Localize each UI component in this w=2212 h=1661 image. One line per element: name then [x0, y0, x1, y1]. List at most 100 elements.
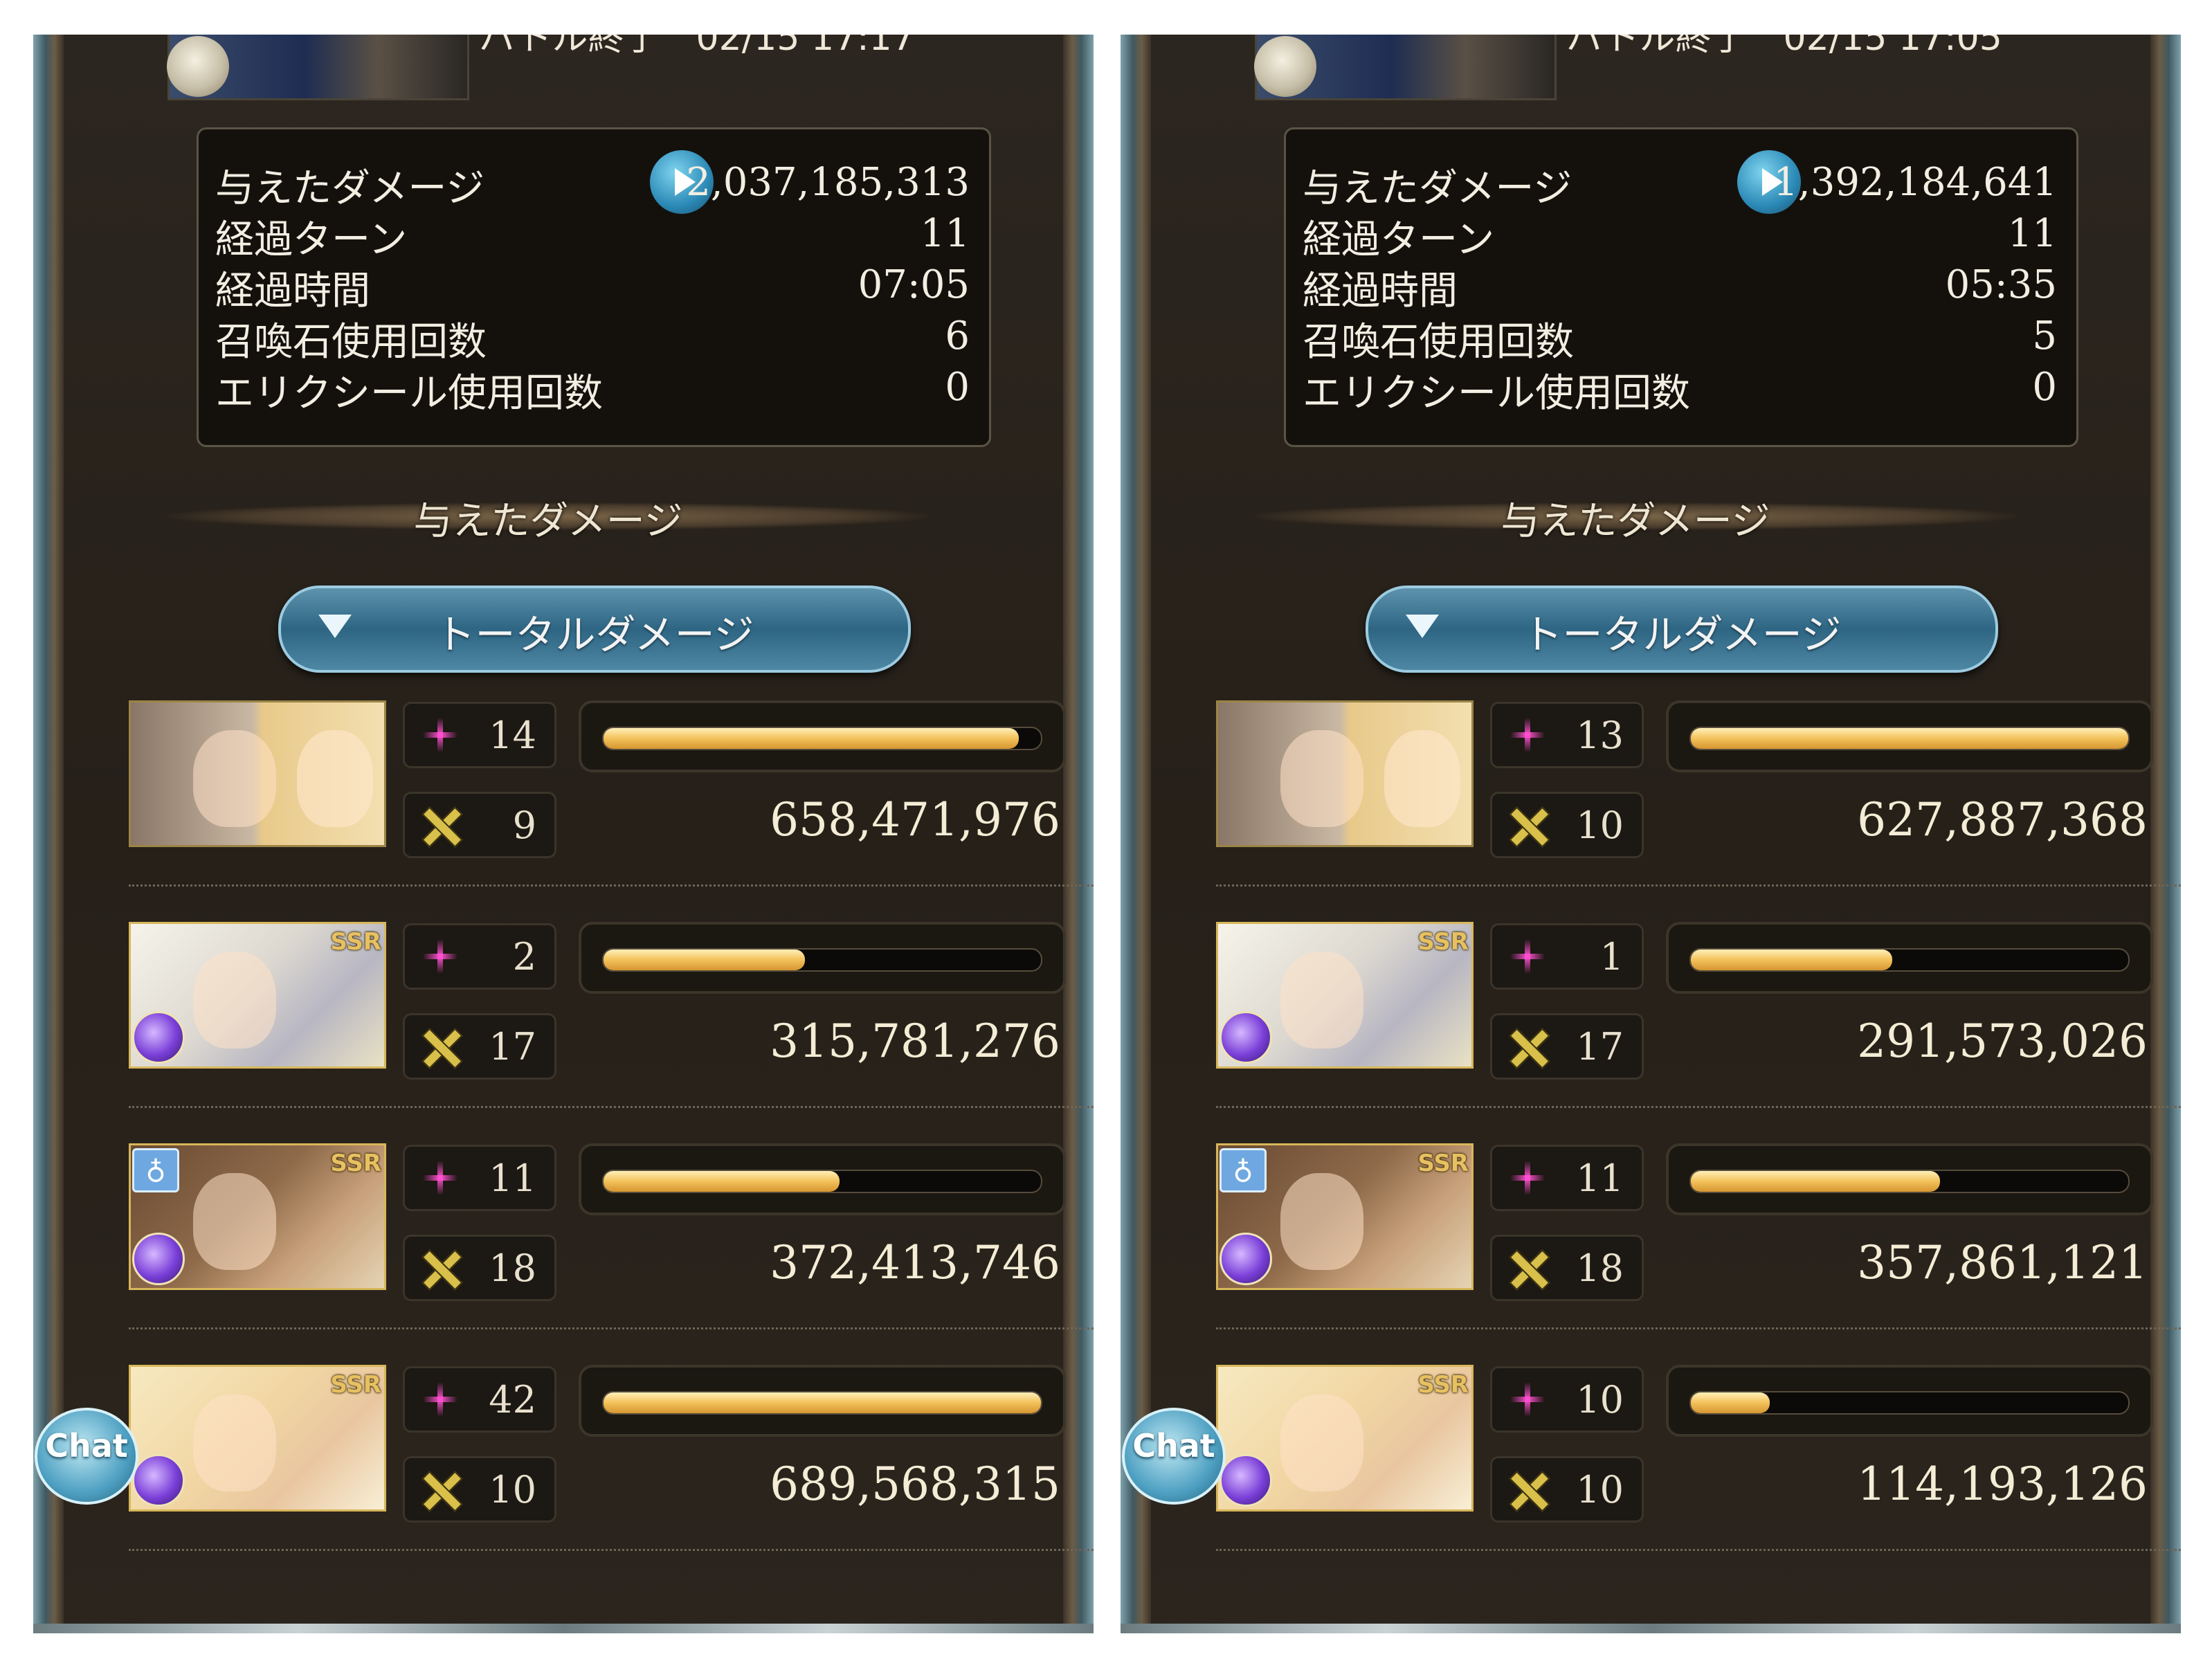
character-face [193, 1173, 276, 1270]
stat-value: 07:05 [858, 262, 970, 307]
character-face [193, 730, 276, 827]
damage-type-dropdown[interactable]: トータルダメージ [1366, 586, 1998, 673]
crossed-swords-icon [421, 1249, 460, 1288]
damage-value: 689,568,315 [770, 1458, 1060, 1511]
damage-bar-fill [1691, 1171, 1941, 1192]
character-portrait[interactable]: SSR [129, 922, 386, 1069]
ssr-badge: SSR [1417, 1371, 1469, 1399]
stat-row: 経過時間 07:05 [215, 260, 970, 314]
skill-count-value: 13 [1576, 714, 1624, 757]
damage-value: 658,471,976 [770, 793, 1060, 846]
battle-stats-box: 与えたダメージ 1,392,184,641 経過ターン 11 経過時間 05:35 召喚石使… [1284, 127, 2078, 447]
panel-frame-left [33, 35, 64, 1633]
crossed-swords-icon [421, 1471, 460, 1509]
skill-count-box: 11 [1490, 1145, 1644, 1211]
crossed-swords-icon [421, 1028, 460, 1067]
skill-count-value: 2 [512, 935, 536, 979]
battle-end-timestamp: バトル終了 02/15 17:05 [1566, 35, 2002, 59]
character-portrait[interactable]: SSR [129, 1365, 386, 1512]
dark-element-icon [1220, 1233, 1272, 1285]
damage-bar-box [579, 700, 1066, 772]
damage-bar-fill [604, 950, 805, 970]
quest-thumbnail [167, 35, 469, 100]
damage-bar-fill [1691, 950, 1892, 970]
skill-count-box: 11 [403, 1145, 556, 1211]
character-portrait[interactable]: SSR [1216, 1365, 1474, 1512]
skill-count-box: 14 [403, 702, 556, 768]
character-face [1280, 952, 1363, 1049]
crossed-swords-icon [1509, 1471, 1548, 1509]
stat-value: 11 [920, 211, 970, 256]
stat-value: 11 [2007, 211, 2057, 256]
stat-row: エリクシール使用回数 0 [215, 362, 970, 416]
stat-row: エリクシール使用回数 0 [1303, 362, 2057, 416]
stat-row: 与えたダメージ 1,392,184,641 [1303, 150, 2057, 214]
skill-count-box: 10 [1490, 1366, 1644, 1433]
damage-value: 114,193,126 [1857, 1458, 2148, 1511]
character-portrait[interactable] [1216, 700, 1474, 847]
damage-value: 291,573,026 [1857, 1015, 2148, 1068]
damage-bar-track [1689, 948, 2130, 972]
stat-row: 召喚石使用回数 6 [215, 311, 970, 365]
skill-count-value: 11 [489, 1156, 536, 1200]
chat-button[interactable]: Chat [35, 1408, 138, 1505]
stat-value: 0 [2032, 365, 2057, 410]
sparkle-icon [423, 939, 457, 974]
crossed-swords-icon [1509, 1249, 1548, 1288]
damage-type-dropdown[interactable]: トータルダメージ [278, 586, 911, 673]
ougi-count-value: 9 [512, 804, 536, 847]
ougi-count-value: 17 [1576, 1025, 1624, 1069]
dark-element-icon [1220, 1011, 1272, 1064]
crossed-swords-icon [421, 806, 460, 845]
row-divider [129, 1327, 1094, 1329]
character-damage-row: SSR 10 10 114,193,126 [1216, 1365, 2181, 1586]
character-portrait[interactable]: SSR [1216, 922, 1474, 1069]
character-damage-row: SSR ♁ 11 18 372,413,746 [129, 1143, 1094, 1365]
character-portrait[interactable]: SSR ♁ [1216, 1143, 1474, 1290]
sparkle-icon [423, 718, 457, 752]
battle-end-timestamp: バトル終了 02/15 17:17 [479, 35, 915, 59]
character-face [193, 952, 276, 1049]
damage-value: 372,413,746 [770, 1236, 1060, 1289]
section-title: 与えたダメージ [1501, 499, 1770, 544]
ougi-count-box: 10 [1490, 792, 1644, 858]
character-face [1280, 730, 1363, 827]
damage-value: 315,781,276 [770, 1015, 1060, 1068]
character-portrait[interactable] [129, 700, 386, 847]
ssr-badge: SSR [1417, 1150, 1469, 1177]
stat-row: 経過時間 05:35 [1303, 260, 2057, 314]
skill-count-box: 2 [403, 923, 556, 990]
damage-bar-fill [604, 1171, 840, 1192]
stat-value: 0 [945, 365, 970, 410]
chat-label: Chat [1132, 1427, 1215, 1464]
sparkle-icon [423, 1382, 457, 1417]
damage-bar-box [1666, 1365, 2153, 1437]
ougi-count-value: 10 [1576, 804, 1624, 847]
stat-value: 05:35 [1945, 262, 2057, 307]
sparkle-icon [1510, 1382, 1545, 1417]
stat-row: 召喚石使用回数 5 [1303, 311, 2057, 365]
damage-value: 627,887,368 [1857, 793, 2148, 846]
damage-bar-box [1666, 700, 2153, 772]
stat-label: エリクシール使用回数 [215, 371, 603, 416]
dropdown-label: トータルダメージ [435, 611, 754, 658]
damage-bar-track [602, 1391, 1042, 1415]
damage-bar-track [1689, 727, 2130, 750]
damage-bar-track [602, 948, 1042, 972]
skill-count-box: 1 [1490, 923, 1644, 990]
row-divider [129, 1549, 1094, 1551]
character-portrait[interactable]: SSR ♁ [129, 1143, 386, 1290]
skill-count-value: 10 [1576, 1378, 1624, 1422]
dark-element-icon [132, 1454, 185, 1507]
ssr-badge: SSR [330, 1150, 381, 1177]
stat-label: 経過ターン [215, 217, 408, 262]
ougi-count-box: 10 [403, 1456, 556, 1523]
sparkle-icon [1510, 939, 1545, 974]
chat-button[interactable]: Chat [1122, 1408, 1226, 1505]
battle-result-panel: バトル終了 02/15 17:05 与えたダメージ 1,392,184,641 経過タ… [1121, 35, 2181, 1633]
row-divider [1216, 1106, 2181, 1108]
damage-bar-box [1666, 922, 2153, 994]
ougi-count-box: 9 [403, 792, 556, 858]
character-damage-row: SSR 1 17 291,573,026 [1216, 922, 2181, 1143]
ring-icon: ♁ [132, 1148, 179, 1192]
